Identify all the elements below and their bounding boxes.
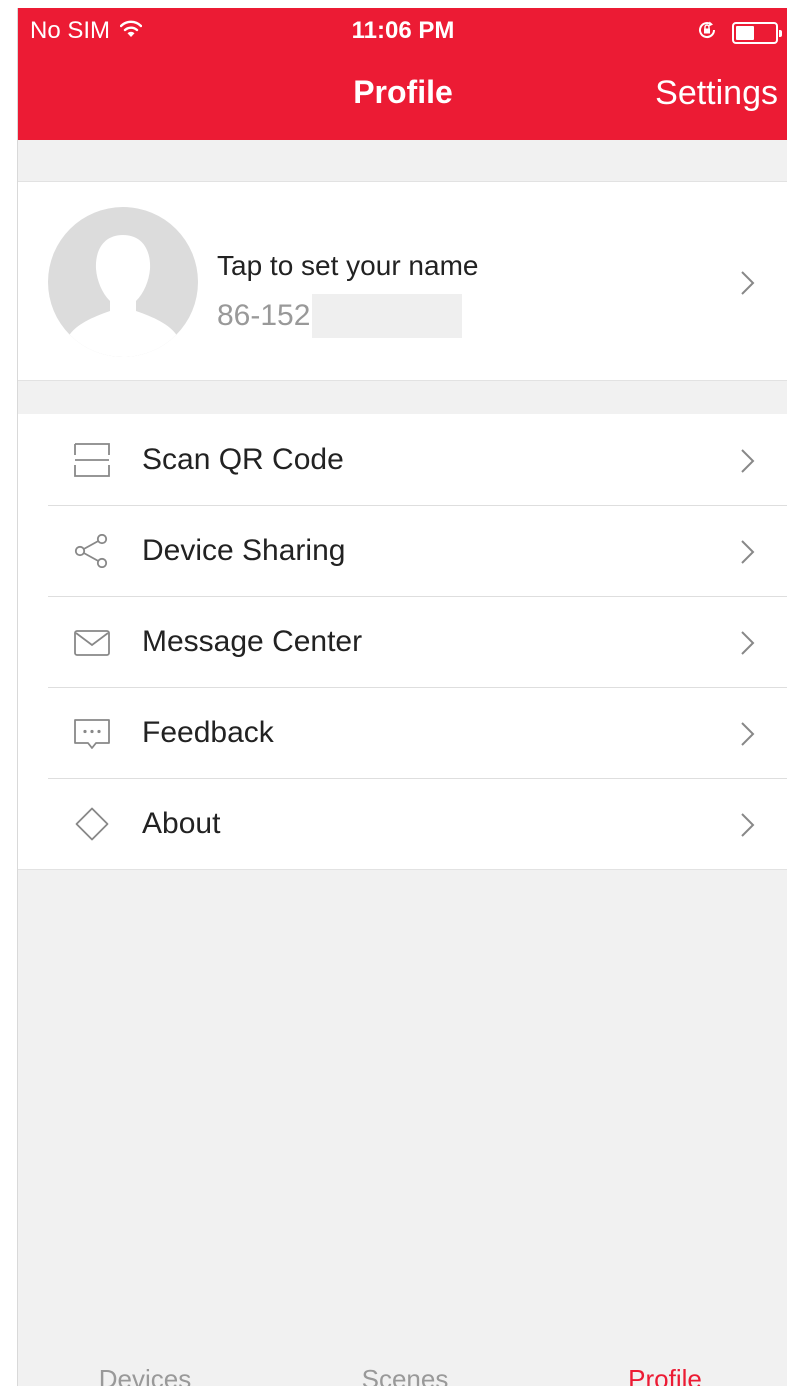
chevron-right-icon — [741, 813, 755, 837]
settings-button[interactable]: Settings — [655, 74, 778, 113]
profile-phone: 86-152 — [217, 299, 311, 332]
menu-item-scan-qr[interactable]: Scan QR Code — [18, 414, 787, 505]
chevron-right-icon — [741, 449, 755, 473]
profile-name: Tap to set your name — [217, 250, 479, 281]
chevron-right-icon — [741, 631, 755, 655]
status-time: 11:06 PM — [351, 17, 455, 44]
tab-bar: Devices Scenes Profile — [18, 1364, 787, 1386]
tab-scenes[interactable]: Scenes — [305, 1364, 505, 1386]
top-bar: No SIM 11:06 PM Profile Settings — [18, 8, 787, 140]
scan-qr-icon — [74, 443, 110, 477]
menu-item-label: Device Sharing — [142, 534, 346, 567]
menu-item-label: About — [142, 807, 221, 840]
profile-phone-row: 86-152 — [217, 294, 463, 338]
tab-devices[interactable]: Devices — [45, 1364, 245, 1386]
redacted-area — [312, 294, 463, 338]
envelope-icon — [74, 630, 110, 656]
menu-list: Scan QR Code Device Sharing Message Cent… — [18, 414, 787, 870]
menu-item-label: Scan QR Code — [142, 443, 344, 476]
menu-item-feedback[interactable]: Feedback — [18, 687, 787, 778]
chevron-right-icon — [741, 271, 755, 295]
default-avatar-icon — [48, 207, 198, 357]
profile-card[interactable]: Tap to set your name 86-152 — [18, 181, 787, 381]
app-screen: No SIM 11:06 PM Profile Settings Tap to … — [17, 8, 787, 1386]
tab-profile[interactable]: Profile — [565, 1364, 765, 1386]
menu-item-label: Message Center — [142, 625, 363, 658]
chevron-right-icon — [741, 722, 755, 746]
diamond-icon — [75, 807, 109, 841]
chevron-right-icon — [741, 540, 755, 564]
menu-item-device-sharing[interactable]: Device Sharing — [18, 505, 787, 596]
menu-item-about[interactable]: About — [18, 778, 787, 869]
share-icon — [74, 534, 108, 568]
rotation-lock-icon — [696, 19, 718, 46]
status-bar: No SIM 11:06 PM — [18, 8, 787, 52]
menu-item-message-center[interactable]: Message Center — [18, 596, 787, 687]
menu-item-label: Feedback — [142, 716, 274, 749]
status-indicators — [696, 19, 782, 46]
chat-bubble-icon — [74, 719, 110, 749]
battery-icon — [732, 21, 782, 44]
